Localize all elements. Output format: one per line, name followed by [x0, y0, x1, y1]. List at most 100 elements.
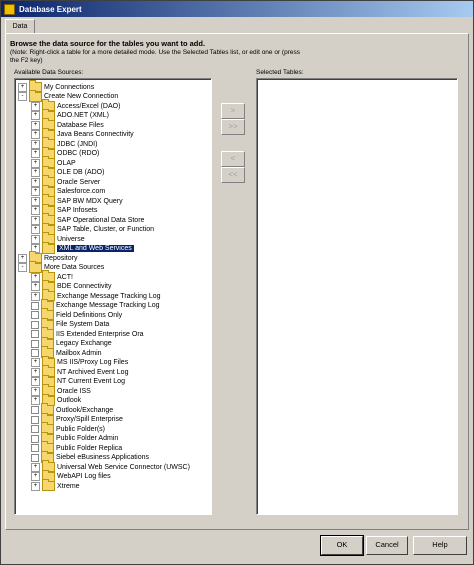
- collapse-icon[interactable]: -: [18, 92, 27, 101]
- tree-node[interactable]: + SAP Table, Cluster, or Function: [31, 222, 154, 235]
- expand-icon[interactable]: +: [31, 377, 40, 386]
- tree-node-label[interactable]: My Connections: [44, 84, 94, 91]
- expand-icon[interactable]: +: [31, 396, 40, 405]
- tree-node-label[interactable]: NT Archived Event Log: [57, 369, 128, 376]
- expand-icon[interactable]: +: [31, 196, 40, 206]
- add-all-tables-button[interactable]: >>: [221, 119, 245, 135]
- tree-node-label[interactable]: Create New Connection: [44, 93, 118, 100]
- tree-node-label[interactable]: Field Definitions Only: [56, 312, 122, 319]
- tree-node-label[interactable]: OLE DB (ADO): [57, 169, 104, 176]
- tree-node-label[interactable]: BDE Connectivity: [57, 283, 111, 290]
- expand-icon[interactable]: +: [31, 120, 40, 130]
- folder-icon: [42, 479, 55, 491]
- cancel-button[interactable]: Cancel: [366, 536, 408, 555]
- tree-node-label[interactable]: Oracle Server: [57, 179, 100, 186]
- tree-node-label[interactable]: ACT!: [57, 274, 73, 281]
- expand-icon[interactable]: +: [31, 111, 40, 120]
- expand-icon[interactable]: +: [31, 291, 40, 301]
- tree-node-label[interactable]: SAP BW MDX Query: [57, 198, 123, 205]
- tree-node[interactable]: + Universe: [31, 232, 85, 244]
- tree-node-label[interactable]: ADO.NET (XML): [57, 112, 109, 119]
- expand-icon[interactable]: +: [18, 253, 27, 263]
- tree-node-label[interactable]: Exchange Message Tracking Log: [57, 293, 161, 300]
- tree-node-label[interactable]: JDBC (JNDI): [57, 141, 97, 148]
- expand-icon[interactable]: +: [31, 472, 40, 481]
- tree-node[interactable]: + Repository: [18, 251, 77, 263]
- expand-icon[interactable]: +: [31, 215, 40, 225]
- expand-icon[interactable]: +: [31, 158, 40, 168]
- tree-node[interactable]: + OLAP: [31, 156, 76, 168]
- tree-node[interactable]: + Xtreme: [31, 479, 80, 491]
- tree-node-label[interactable]: OLAP: [57, 160, 76, 167]
- remove-all-tables-button[interactable]: <<: [221, 167, 245, 183]
- tree-node-label[interactable]: Database Files: [57, 122, 104, 129]
- tree-node-label[interactable]: SAP Infosets: [57, 207, 97, 214]
- tree-node[interactable]: + SAP Infosets: [31, 203, 97, 216]
- tree-node-label[interactable]: IIS Extended Enterprise Ora: [56, 331, 144, 338]
- tree-node-label[interactable]: Public Folder Replica: [56, 445, 122, 452]
- tree-node-label[interactable]: MS IIS/Proxy Log Files: [57, 359, 128, 366]
- tree-node[interactable]: + JDBC (JNDI): [31, 137, 97, 149]
- expand-icon[interactable]: +: [31, 282, 40, 291]
- tree-node-label[interactable]: Salesforce.com: [57, 188, 105, 195]
- tree-node-label[interactable]: Access/Excel (DAO): [57, 103, 120, 110]
- tree-node-label[interactable]: Siebel eBusiness Applications: [56, 454, 149, 461]
- tree-node-label[interactable]: Xtreme: [57, 483, 80, 490]
- add-table-button[interactable]: >: [221, 103, 245, 119]
- expand-icon[interactable]: +: [31, 386, 40, 396]
- expand-icon[interactable]: +: [31, 101, 40, 111]
- expand-icon[interactable]: +: [31, 139, 40, 149]
- expand-icon[interactable]: +: [31, 481, 40, 491]
- tree-node[interactable]: + Exchange Message Tracking Log: [31, 289, 161, 301]
- expand-icon[interactable]: +: [31, 358, 40, 367]
- tree-node-label[interactable]: Exchange Message Tracking Log: [56, 302, 160, 309]
- expand-icon[interactable]: +: [31, 206, 40, 215]
- collapse-icon[interactable]: -: [18, 263, 27, 272]
- tree-node-label[interactable]: Public Folder(s): [56, 426, 105, 433]
- tree-node[interactable]: - Create New Connection: [18, 89, 118, 102]
- remove-table-button[interactable]: <: [221, 151, 245, 167]
- tree-node-label[interactable]: SAP Table, Cluster, or Function: [57, 226, 154, 233]
- tree-node[interactable]: + ACT!: [31, 270, 73, 282]
- tree-node-label[interactable]: SAP Operational Data Store: [57, 217, 144, 224]
- tree-node-label[interactable]: Mailbox Admin: [56, 350, 102, 357]
- tree-node-label[interactable]: ODBC (RDO): [57, 150, 99, 157]
- expand-icon[interactable]: +: [31, 130, 40, 139]
- tree-node-label[interactable]: Oracle ISS: [57, 388, 91, 395]
- expand-icon[interactable]: +: [31, 272, 40, 282]
- expand-icon[interactable]: +: [31, 168, 40, 177]
- tree-node-label[interactable]: Outlook: [57, 397, 81, 404]
- tree-node-label[interactable]: Public Folder Admin: [56, 435, 118, 442]
- ok-button[interactable]: OK: [320, 535, 364, 556]
- expand-icon[interactable]: +: [31, 462, 40, 472]
- tree-node-label[interactable]: NT Current Event Log: [57, 378, 125, 385]
- expand-icon[interactable]: +: [31, 367, 40, 377]
- tree-node-label[interactable]: Universe: [57, 236, 85, 243]
- tree-node[interactable]: Exchange Message Tracking Log: [31, 298, 160, 311]
- tree-node-label[interactable]: Proxy/Spill Enterprise: [56, 416, 123, 423]
- tree-node[interactable]: + Outlook: [31, 393, 81, 406]
- tree-node-label[interactable]: File System Data: [56, 321, 109, 328]
- tree-node[interactable]: + XML and Web Services: [31, 241, 134, 254]
- help-button[interactable]: Help: [413, 536, 467, 555]
- tab-data[interactable]: Data: [5, 19, 35, 34]
- tree-node-label[interactable]: Universal Web Service Connector (UWSC): [57, 464, 190, 471]
- tree-node[interactable]: - More Data Sources: [18, 260, 104, 273]
- tree-node-label[interactable]: Java Beans Connectivity: [57, 131, 134, 138]
- expand-icon[interactable]: +: [31, 187, 40, 196]
- expand-icon[interactable]: +: [31, 177, 40, 187]
- tree-node[interactable]: + Oracle ISS: [31, 384, 91, 396]
- tree-node[interactable]: + Universal Web Service Connector (UWSC): [31, 460, 190, 472]
- expand-icon[interactable]: +: [31, 149, 40, 158]
- tree-node-label[interactable]: More Data Sources: [44, 264, 104, 271]
- data-source-tree[interactable]: + My Connections - Create New Connection + Ac…: [14, 78, 212, 515]
- tree-node-label[interactable]: Legacy Exchange: [56, 340, 112, 347]
- tree-node-label[interactable]: Outlook/Exchange: [56, 407, 113, 414]
- expand-icon[interactable]: +: [18, 82, 27, 92]
- selected-tables-list[interactable]: [256, 78, 458, 515]
- expand-icon[interactable]: +: [31, 234, 40, 244]
- tree-node-label[interactable]: Repository: [44, 255, 77, 262]
- tree-node-label[interactable]: XML and Web Services: [57, 245, 134, 252]
- expand-icon[interactable]: +: [31, 225, 40, 234]
- tree-node-label[interactable]: WebAPI Log files: [57, 473, 111, 480]
